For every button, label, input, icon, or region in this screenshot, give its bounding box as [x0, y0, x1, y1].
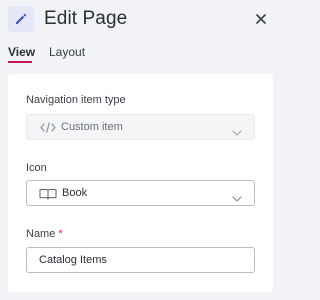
icon-label: Icon: [26, 162, 47, 174]
name-input[interactable]: Catalog Items: [26, 247, 255, 273]
nav-type-label: Navigation item type: [26, 94, 126, 106]
required-marker: *: [58, 228, 63, 240]
chevron-down-icon: [232, 189, 242, 207]
tab-view[interactable]: View: [8, 45, 35, 59]
icon-select[interactable]: Book: [26, 180, 255, 206]
nav-type-value: Custom item: [61, 121, 123, 133]
name-label-text: Name: [26, 228, 56, 240]
edit-page-panel: Edit Page View Layout Navigation item ty…: [0, 0, 282, 300]
panel-header: Edit Page: [0, 0, 282, 40]
icon-value: Book: [62, 187, 88, 199]
close-icon: [256, 14, 266, 24]
name-input-value: Catalog Items: [39, 254, 107, 266]
nav-type-select: Custom item: [26, 114, 255, 140]
book-icon: [39, 188, 57, 200]
active-tab-indicator: [8, 61, 32, 63]
tab-bar: View Layout: [0, 40, 282, 66]
page-title: Edit Page: [44, 8, 128, 29]
form-card: Navigation item type Custom item Icon Bo…: [8, 74, 273, 292]
code-icon: [40, 122, 56, 133]
chevron-down-icon: [232, 123, 242, 141]
close-button[interactable]: [250, 8, 272, 30]
name-label: Name *: [26, 228, 63, 241]
pencil-icon: [8, 6, 34, 32]
tab-layout[interactable]: Layout: [49, 45, 85, 59]
